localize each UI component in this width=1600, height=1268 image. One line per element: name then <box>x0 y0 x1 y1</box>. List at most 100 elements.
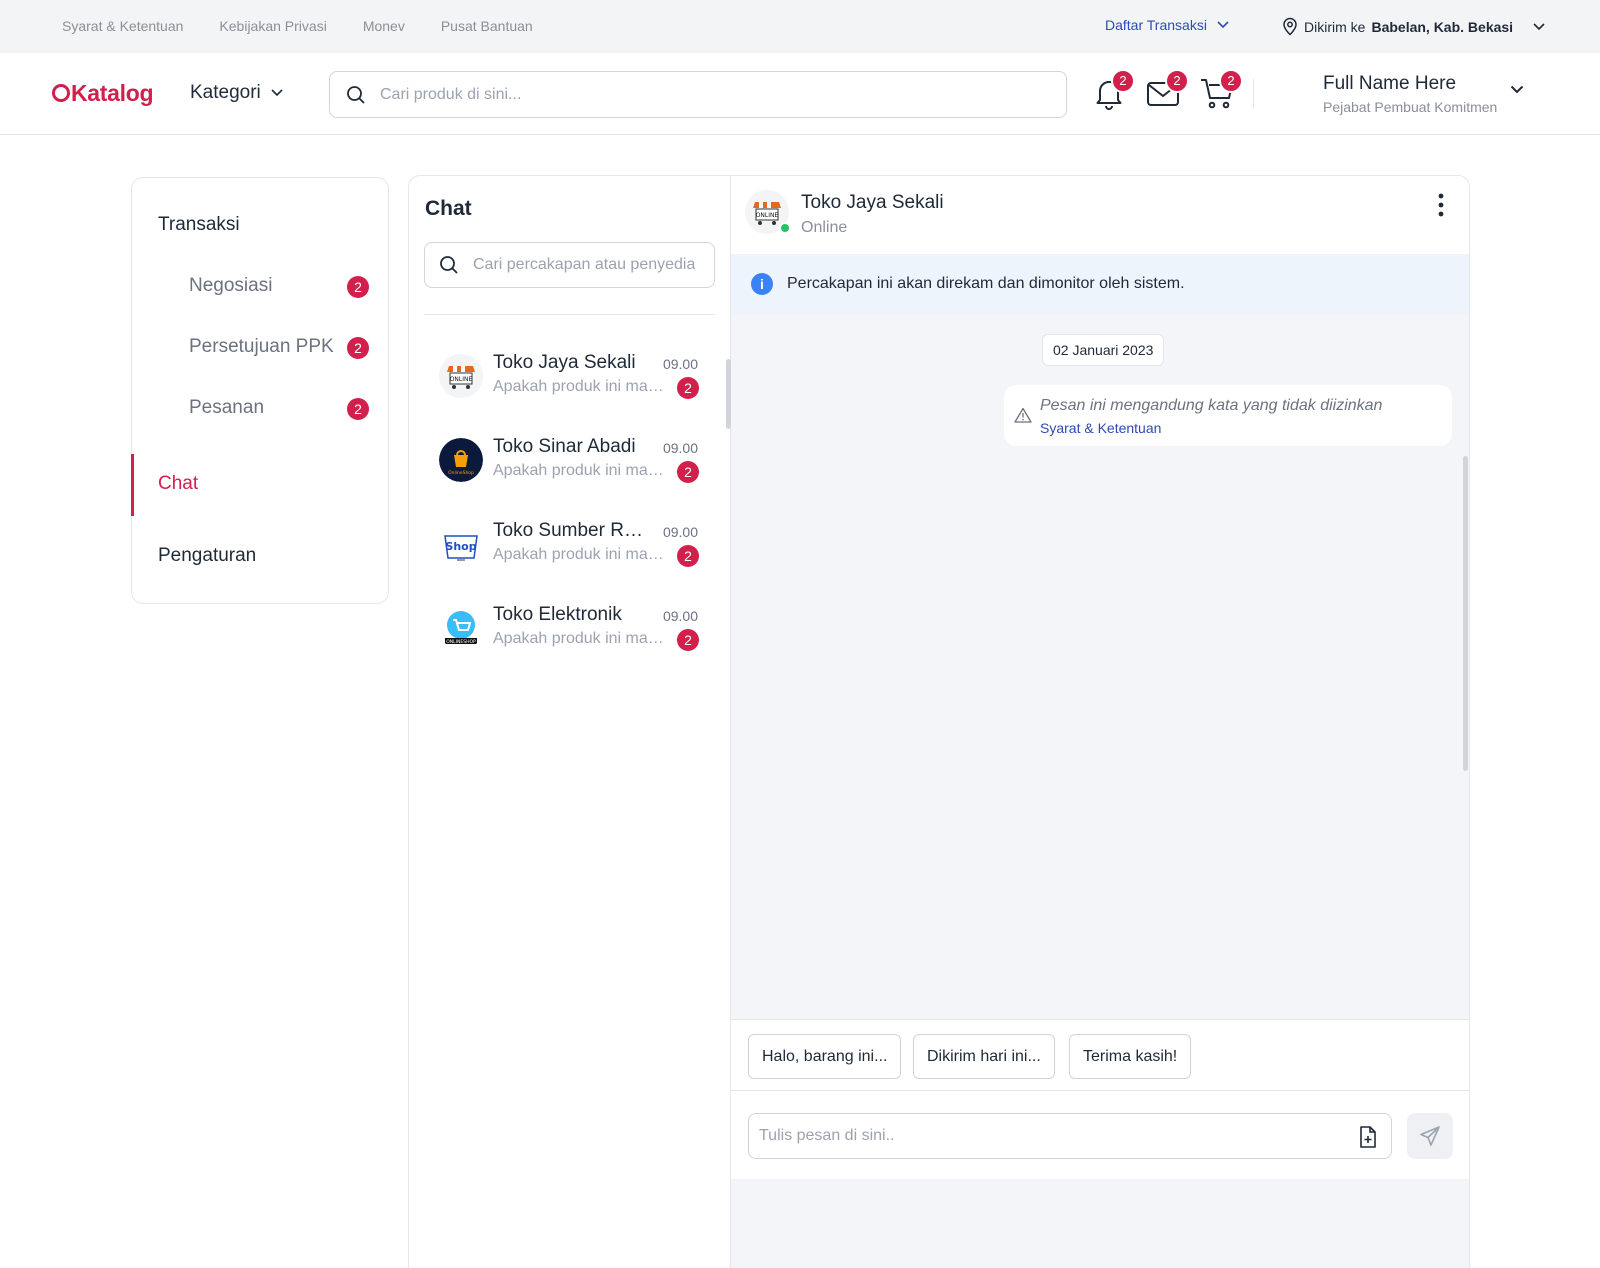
search-placeholder: Cari percakapan atau penyedia <box>473 256 696 273</box>
kategori-dropdown[interactable]: Kategori <box>190 82 283 104</box>
conversation-name: Toko Jaya Sekali <box>493 352 636 373</box>
sidebar-pengaturan[interactable]: Pengaturan <box>158 545 256 567</box>
send-icon <box>1420 1126 1440 1146</box>
user-menu[interactable]: Full Name Here Pejabat Pembuat Komitmen <box>1323 73 1497 115</box>
logo-text: Katalog <box>71 80 154 106</box>
conversation-status: Online <box>801 219 848 236</box>
location-pin-icon <box>1283 17 1297 36</box>
chevron-down-icon <box>1217 21 1229 29</box>
info-icon: i <box>751 273 773 295</box>
conversation-name: Toko Sinar Abadi <box>493 436 636 457</box>
message-composer: Tulis pesan di sini.. <box>731 1091 1469 1179</box>
mail-badge: 2 <box>1165 69 1189 93</box>
sidebar-item-label: Persetujuan PPK <box>189 336 334 357</box>
ship-to-location: Babelan, Kab. Bekasi <box>1371 18 1514 35</box>
sidebar-item-label: Pesanan <box>189 397 265 418</box>
online-status-dot <box>779 222 791 234</box>
store-avatar: Shop <box>439 522 483 566</box>
conversation-title: Toko Jaya Sekali <box>801 192 944 213</box>
search-placeholder: Cari produk di sini... <box>380 85 522 103</box>
warning-icon <box>1014 407 1032 423</box>
cart-badge: 2 <box>1219 69 1243 93</box>
conversation-item[interactable]: Shop Toko Sumber Rejeki 09.00 Apakah pro… <box>439 516 704 580</box>
link-privasi[interactable]: Kebijakan Privasi <box>219 18 326 34</box>
terms-link[interactable]: Syarat & Ketentuan <box>1040 420 1161 436</box>
conversation-preview: Apakah produk ini masih tersedia? <box>493 378 671 395</box>
product-search-input[interactable]: Cari produk di sini... <box>329 71 1067 118</box>
send-button[interactable] <box>1407 1113 1453 1159</box>
more-options-icon[interactable] <box>1437 192 1445 218</box>
search-icon <box>347 85 365 104</box>
conversation-search-input[interactable]: Cari percakapan atau penyedia <box>424 242 715 288</box>
conversation-time: 09.00 <box>662 356 698 372</box>
search-icon <box>440 256 458 274</box>
message-input[interactable]: Tulis pesan di sini.. <box>748 1113 1392 1159</box>
info-text: Percakapan ini akan direkam dan dimonito… <box>787 275 1185 292</box>
chevron-down-icon <box>1533 22 1545 30</box>
quick-reply-button[interactable]: Halo, barang ini... <box>748 1034 902 1079</box>
chat-list-title: Chat <box>425 197 472 220</box>
sidebar-item-persetujuan-ppk[interactable]: Persetujuan PPK 2 <box>189 336 369 359</box>
shop-bag-logo-icon: Shop <box>439 522 483 566</box>
attach-file-icon[interactable] <box>1357 1125 1379 1149</box>
sidebar-menu: Transaksi Negosiasi 2 Persetujuan PPK 2 … <box>131 177 389 604</box>
ship-to-label: Dikirim ke <box>1304 18 1366 35</box>
conversation-view: ONLINE Toko Jaya Sekali Online i Percaka… <box>731 176 1469 1268</box>
ship-to-selector[interactable]: Dikirim ke Babelan, Kab. Bekasi <box>1282 17 1545 36</box>
divider <box>424 314 715 315</box>
svg-text:Shop: Shop <box>445 540 476 553</box>
kategori-label: Kategori <box>190 82 261 103</box>
notification-button[interactable]: 2 <box>1091 69 1135 115</box>
link-syarat[interactable]: Syarat & Ketentuan <box>62 18 183 34</box>
cart-button[interactable]: 2 <box>1199 69 1243 115</box>
conversation-preview: Apakah produk ini masih tersedia? <box>493 630 671 647</box>
daftar-transaksi-wrapper: Daftar Transaksi <box>1105 17 1229 33</box>
messages-scrollbar[interactable] <box>1463 456 1468 771</box>
count-badge: 2 <box>347 276 369 298</box>
unread-badge: 2 <box>677 629 699 651</box>
conversation-time: 09.00 <box>662 524 698 540</box>
date-separator: 02 Januari 2023 <box>1042 334 1165 366</box>
online-store-logo-icon: ONLINE <box>439 354 483 398</box>
conversation-item[interactable]: ONLINESHOP Toko Elektronik 09.00 Apakah … <box>439 600 704 664</box>
conversation-preview: Apakah produk ini masih tersedia? <box>493 546 671 563</box>
svg-text:OnlineShop: OnlineShop <box>448 470 474 476</box>
link-bantuan[interactable]: Pusat Bantuan <box>441 18 533 34</box>
chevron-down-icon[interactable] <box>1510 85 1524 94</box>
sidebar-item-label: Negosiasi <box>189 275 273 296</box>
quick-replies: Halo, barang ini... Dikirim hari ini... … <box>731 1019 1469 1091</box>
chevron-down-icon <box>271 89 283 97</box>
conversation-item[interactable]: OnlineShop Toko Sinar Abadi 09.00 Apakah… <box>439 432 704 496</box>
conversation-time: 09.00 <box>662 608 698 624</box>
store-avatar: ONLINE <box>439 354 483 398</box>
header-divider <box>1253 79 1254 109</box>
sidebar-item-pesanan[interactable]: Pesanan 2 <box>189 397 369 420</box>
message-placeholder: Tulis pesan di sini.. <box>759 1127 895 1144</box>
conversation-header: ONLINE Toko Jaya Sekali Online <box>731 176 1469 254</box>
conversation-list: Chat Cari percakapan atau penyedia ONLIN… <box>409 176 731 1268</box>
conversation-item[interactable]: ONLINE Toko Jaya Sekali 09.00 Apakah pro… <box>439 348 704 412</box>
shopping-bag-logo-icon: OnlineShop <box>439 438 483 482</box>
mail-button[interactable]: 2 <box>1145 69 1189 115</box>
user-name: Full Name Here <box>1323 73 1457 94</box>
quick-reply-button[interactable]: Dikirim hari ini... <box>913 1034 1055 1079</box>
sidebar-item-negosiasi[interactable]: Negosiasi 2 <box>189 275 369 298</box>
chat-panel: Chat Cari percakapan atau penyedia ONLIN… <box>408 175 1470 1268</box>
ekatalog-logo[interactable]: Katalog <box>52 80 154 107</box>
count-badge: 2 <box>347 337 369 359</box>
svg-text:ONLINESHOP: ONLINESHOP <box>446 639 476 645</box>
quick-reply-button[interactable]: Terima kasih! <box>1069 1034 1192 1079</box>
conversation-preview: Apakah produk ini masih tersedia? <box>493 462 671 479</box>
monitoring-info-banner: i Percakapan ini akan direkam dan dimoni… <box>731 254 1469 314</box>
link-monev[interactable]: Monev <box>363 18 405 34</box>
conversation-name: Toko Sumber Rejeki <box>493 520 643 541</box>
unread-badge: 2 <box>677 461 699 483</box>
notification-badge: 2 <box>1111 69 1135 93</box>
sidebar-item-chat[interactable]: Chat <box>131 454 388 516</box>
active-indicator <box>131 454 134 516</box>
daftar-transaksi-dropdown[interactable]: Daftar Transaksi <box>1105 17 1229 33</box>
user-role: Pejabat Pembuat Komitmen <box>1323 99 1498 115</box>
conversation-name: Toko Elektronik <box>493 604 622 625</box>
sidebar-transaksi[interactable]: Transaksi <box>158 214 240 236</box>
count-badge: 2 <box>347 398 369 420</box>
